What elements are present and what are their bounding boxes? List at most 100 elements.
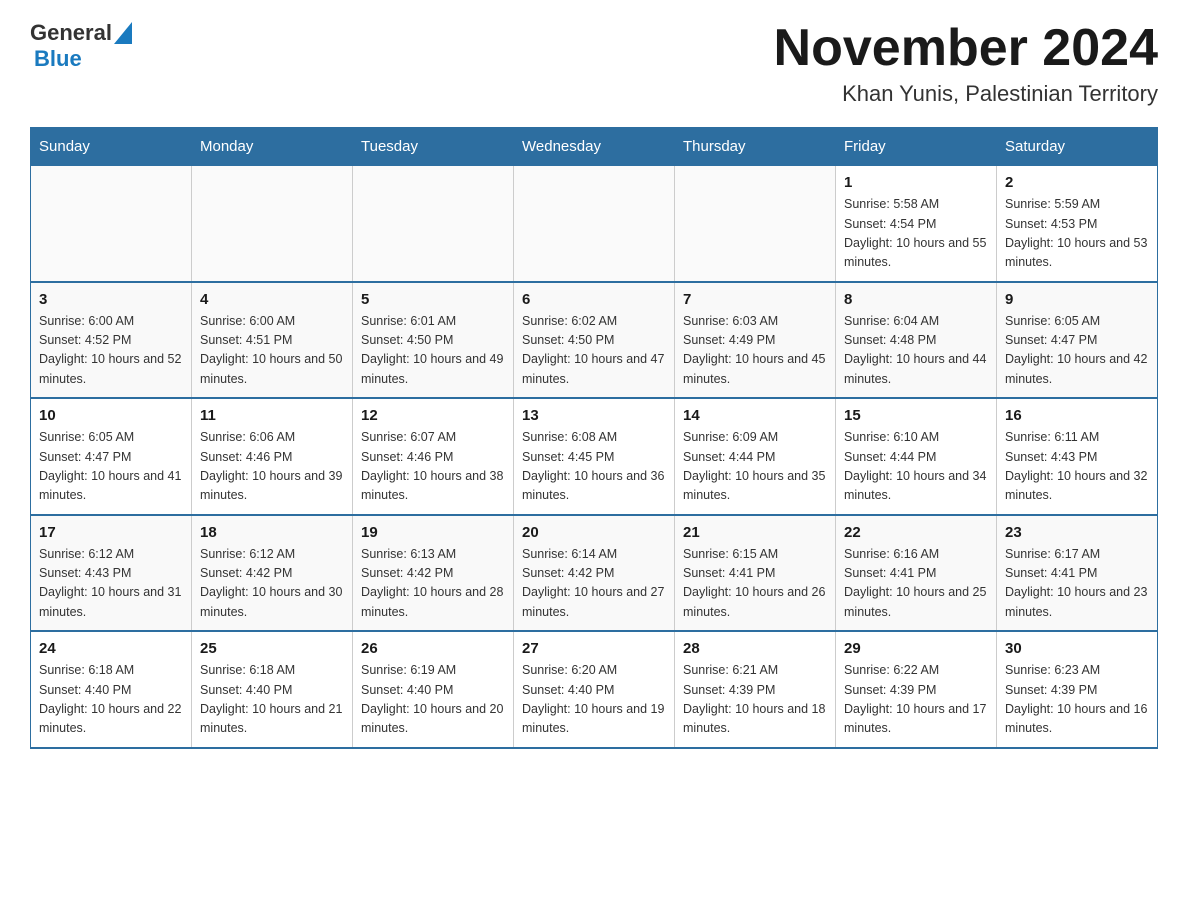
day-number: 2	[1005, 174, 1149, 191]
calendar-cell: 22 Sunrise: 6:16 AM Sunset: 4:41 PM Dayli…	[836, 515, 997, 632]
calendar-week-row: 24 Sunrise: 6:18 AM Sunset: 4:40 PM Dayli…	[31, 631, 1158, 748]
day-info: Sunrise: 6:10 AM Sunset: 4:44 PM Dayligh…	[844, 428, 988, 506]
calendar-cell: 24 Sunrise: 6:18 AM Sunset: 4:40 PM Dayli…	[31, 631, 192, 748]
day-number: 29	[844, 640, 988, 657]
calendar-header-tuesday: Tuesday	[353, 128, 514, 166]
day-number: 16	[1005, 407, 1149, 424]
calendar-header-sunday: Sunday	[31, 128, 192, 166]
title-area: November 2024 Khan Yunis, Palestinian Te…	[774, 20, 1158, 107]
calendar-cell: 9 Sunrise: 6:05 AM Sunset: 4:47 PM Daylig…	[997, 282, 1158, 399]
calendar-cell: 30 Sunrise: 6:23 AM Sunset: 4:39 PM Dayli…	[997, 631, 1158, 748]
calendar-cell: 2 Sunrise: 5:59 AM Sunset: 4:53 PM Daylig…	[997, 166, 1158, 282]
day-number: 25	[200, 640, 344, 657]
calendar-header-friday: Friday	[836, 128, 997, 166]
day-number: 19	[361, 524, 505, 541]
day-number: 24	[39, 640, 183, 657]
day-info: Sunrise: 6:00 AM Sunset: 4:52 PM Dayligh…	[39, 312, 183, 390]
calendar-table: SundayMondayTuesdayWednesdayThursdayFrid…	[30, 127, 1158, 749]
day-info: Sunrise: 6:09 AM Sunset: 4:44 PM Dayligh…	[683, 428, 827, 506]
calendar-cell: 7Sunrise: 6:03 AM Sunset: 4:49 PM Daylig…	[675, 282, 836, 399]
day-info: Sunrise: 6:12 AM Sunset: 4:43 PM Dayligh…	[39, 545, 183, 623]
calendar-cell: 16 Sunrise: 6:11 AM Sunset: 4:43 PM Dayli…	[997, 398, 1158, 515]
day-number: 6	[522, 291, 666, 308]
calendar-cell: 11 Sunrise: 6:06 AM Sunset: 4:46 PM Dayli…	[192, 398, 353, 515]
day-info: Sunrise: 6:15 AM Sunset: 4:41 PM Dayligh…	[683, 545, 827, 623]
day-number: 9	[1005, 291, 1149, 308]
day-number: 20	[522, 524, 666, 541]
day-number: 22	[844, 524, 988, 541]
calendar-header-monday: Monday	[192, 128, 353, 166]
day-number: 5	[361, 291, 505, 308]
day-number: 14	[683, 407, 827, 424]
calendar-cell	[192, 166, 353, 282]
calendar-cell: 25 Sunrise: 6:18 AM Sunset: 4:40 PM Dayli…	[192, 631, 353, 748]
calendar-cell: 15 Sunrise: 6:10 AM Sunset: 4:44 PM Dayli…	[836, 398, 997, 515]
calendar-cell: 17 Sunrise: 6:12 AM Sunset: 4:43 PM Dayli…	[31, 515, 192, 632]
calendar-cell: 1 Sunrise: 5:58 AM Sunset: 4:54 PM Daylig…	[836, 166, 997, 282]
calendar-cell: 23 Sunrise: 6:17 AM Sunset: 4:41 PM Dayli…	[997, 515, 1158, 632]
day-number: 21	[683, 524, 827, 541]
calendar-header-row: SundayMondayTuesdayWednesdayThursdayFrid…	[31, 128, 1158, 166]
logo-general: General	[30, 20, 112, 46]
calendar-cell	[353, 166, 514, 282]
day-info: Sunrise: 6:23 AM Sunset: 4:39 PM Dayligh…	[1005, 661, 1149, 739]
day-number: 1	[844, 174, 988, 191]
calendar-cell	[31, 166, 192, 282]
day-info: Sunrise: 6:18 AM Sunset: 4:40 PM Dayligh…	[200, 661, 344, 739]
calendar-week-row: 3 Sunrise: 6:00 AM Sunset: 4:52 PM Daylig…	[31, 282, 1158, 399]
day-info: Sunrise: 6:17 AM Sunset: 4:41 PM Dayligh…	[1005, 545, 1149, 623]
day-info: Sunrise: 6:19 AM Sunset: 4:40 PM Dayligh…	[361, 661, 505, 739]
day-number: 27	[522, 640, 666, 657]
calendar-week-row: 1 Sunrise: 5:58 AM Sunset: 4:54 PM Daylig…	[31, 166, 1158, 282]
day-number: 28	[683, 640, 827, 657]
calendar-cell: 14 Sunrise: 6:09 AM Sunset: 4:44 PM Dayli…	[675, 398, 836, 515]
calendar-header-thursday: Thursday	[675, 128, 836, 166]
day-info: Sunrise: 6:14 AM Sunset: 4:42 PM Dayligh…	[522, 545, 666, 623]
header: General Blue November 2024 Khan Yunis, P…	[30, 20, 1158, 107]
calendar-cell: 10 Sunrise: 6:05 AM Sunset: 4:47 PM Dayli…	[31, 398, 192, 515]
day-info: Sunrise: 6:00 AM Sunset: 4:51 PM Dayligh…	[200, 312, 344, 390]
calendar-cell: 28Sunrise: 6:21 AM Sunset: 4:39 PM Dayli…	[675, 631, 836, 748]
day-info: Sunrise: 6:11 AM Sunset: 4:43 PM Dayligh…	[1005, 428, 1149, 506]
calendar-week-row: 10 Sunrise: 6:05 AM Sunset: 4:47 PM Dayli…	[31, 398, 1158, 515]
day-info: Sunrise: 6:20 AM Sunset: 4:40 PM Dayligh…	[522, 661, 666, 739]
page-title: November 2024	[774, 20, 1158, 77]
day-info: Sunrise: 5:59 AM Sunset: 4:53 PM Dayligh…	[1005, 195, 1149, 273]
calendar-cell: 12Sunrise: 6:07 AM Sunset: 4:46 PM Dayli…	[353, 398, 514, 515]
calendar-cell: 29Sunrise: 6:22 AM Sunset: 4:39 PM Dayli…	[836, 631, 997, 748]
day-number: 3	[39, 291, 183, 308]
calendar-cell: 26Sunrise: 6:19 AM Sunset: 4:40 PM Dayli…	[353, 631, 514, 748]
calendar-cell	[675, 166, 836, 282]
calendar-cell: 3 Sunrise: 6:00 AM Sunset: 4:52 PM Daylig…	[31, 282, 192, 399]
calendar-cell: 19Sunrise: 6:13 AM Sunset: 4:42 PM Dayli…	[353, 515, 514, 632]
day-number: 13	[522, 407, 666, 424]
day-info: Sunrise: 6:02 AM Sunset: 4:50 PM Dayligh…	[522, 312, 666, 390]
calendar-week-row: 17 Sunrise: 6:12 AM Sunset: 4:43 PM Dayli…	[31, 515, 1158, 632]
day-number: 10	[39, 407, 183, 424]
day-number: 30	[1005, 640, 1149, 657]
day-info: Sunrise: 6:04 AM Sunset: 4:48 PM Dayligh…	[844, 312, 988, 390]
day-number: 23	[1005, 524, 1149, 541]
day-number: 15	[844, 407, 988, 424]
day-info: Sunrise: 6:01 AM Sunset: 4:50 PM Dayligh…	[361, 312, 505, 390]
day-number: 4	[200, 291, 344, 308]
logo: General Blue	[30, 20, 132, 72]
calendar-header-wednesday: Wednesday	[514, 128, 675, 166]
day-info: Sunrise: 6:05 AM Sunset: 4:47 PM Dayligh…	[1005, 312, 1149, 390]
day-number: 8	[844, 291, 988, 308]
day-info: Sunrise: 6:16 AM Sunset: 4:41 PM Dayligh…	[844, 545, 988, 623]
logo-triangle-icon	[114, 22, 132, 44]
day-info: Sunrise: 6:05 AM Sunset: 4:47 PM Dayligh…	[39, 428, 183, 506]
calendar-cell: 20 Sunrise: 6:14 AM Sunset: 4:42 PM Dayli…	[514, 515, 675, 632]
day-number: 17	[39, 524, 183, 541]
day-number: 12	[361, 407, 505, 424]
day-info: Sunrise: 6:08 AM Sunset: 4:45 PM Dayligh…	[522, 428, 666, 506]
day-info: Sunrise: 6:03 AM Sunset: 4:49 PM Dayligh…	[683, 312, 827, 390]
calendar-cell: 13 Sunrise: 6:08 AM Sunset: 4:45 PM Dayli…	[514, 398, 675, 515]
day-info: Sunrise: 6:18 AM Sunset: 4:40 PM Dayligh…	[39, 661, 183, 739]
day-info: Sunrise: 6:06 AM Sunset: 4:46 PM Dayligh…	[200, 428, 344, 506]
day-number: 11	[200, 407, 344, 424]
calendar-cell: 18Sunrise: 6:12 AM Sunset: 4:42 PM Dayli…	[192, 515, 353, 632]
calendar-cell: 6 Sunrise: 6:02 AM Sunset: 4:50 PM Daylig…	[514, 282, 675, 399]
day-info: Sunrise: 5:58 AM Sunset: 4:54 PM Dayligh…	[844, 195, 988, 273]
